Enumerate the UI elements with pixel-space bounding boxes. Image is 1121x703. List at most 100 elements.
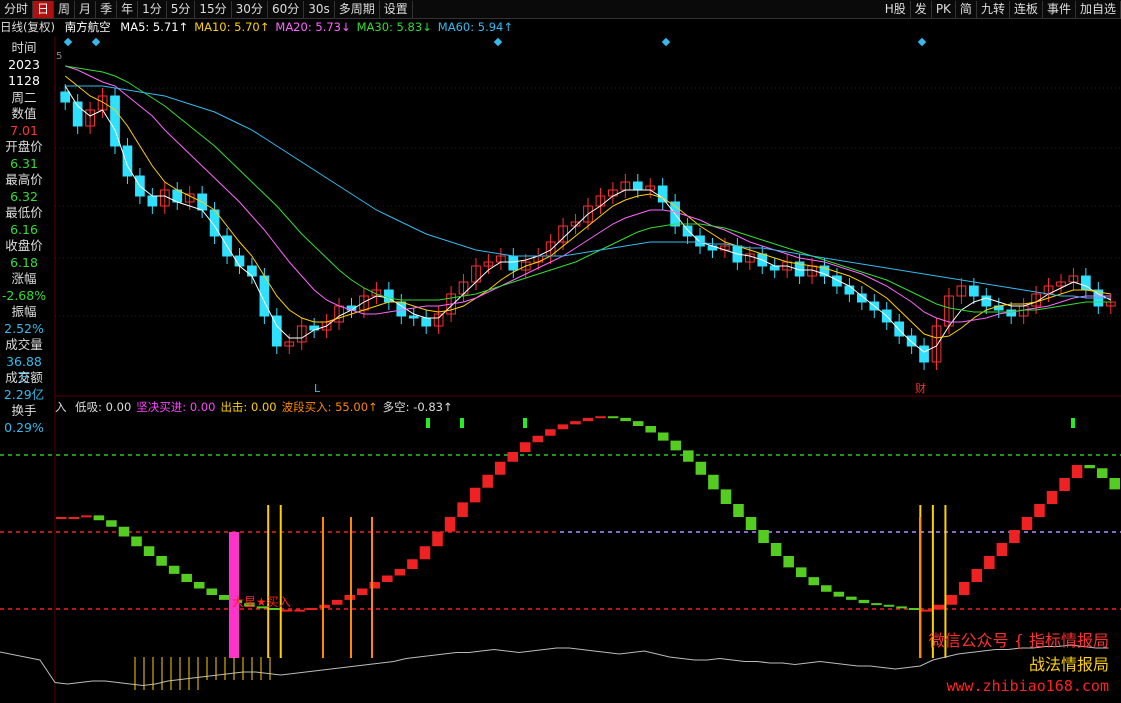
watermark-name-a: 指标情报局: [1028, 631, 1109, 650]
oscillator-block: [745, 517, 757, 530]
oscillator-block: [106, 520, 117, 527]
candle-body: [769, 265, 780, 271]
oscillator-block: [657, 432, 669, 441]
indicator-item-2: 出击: 0.00: [220, 400, 277, 414]
oscillator-block: [143, 546, 155, 556]
oscillator-block: [708, 474, 719, 490]
oscillator-block: [520, 442, 531, 452]
oscillator-block: [407, 559, 418, 569]
ma-line-ma20: [65, 65, 1111, 323]
oscillator-block: [281, 609, 293, 612]
top-signal-marker-2: [523, 418, 527, 428]
oscillator-block: [444, 517, 456, 532]
event-diamond-icon: [661, 37, 671, 47]
top-signal-marker-1: [460, 418, 464, 428]
watermark-wechat: 微信公众号: [928, 631, 1009, 650]
candle-body: [147, 195, 158, 207]
candle-body: [682, 225, 693, 237]
oscillator-block: [946, 595, 957, 605]
watermark: 微信公众号 { 指标情报局 战法情报局 www.zhibiao168.com: [929, 627, 1109, 695]
oscillator-block: [356, 588, 368, 595]
oscillator-block: [193, 582, 205, 589]
oscillator-block: [607, 416, 619, 419]
oscillator-block: [896, 606, 907, 609]
indicator-item-1: 坚决买进: 0.00: [136, 400, 216, 414]
oscillator-block: [494, 461, 506, 475]
watermark-name-b: 战法情报局: [1028, 655, 1109, 674]
oscillator-block: [883, 604, 895, 607]
oscillator-block: [294, 609, 305, 612]
indicator-legend: 入 低吸: 0.00 坚决买进: 0.00 出击: 0.00 波段买入: 55.00↑…: [55, 399, 463, 415]
oscillator-block: [908, 608, 920, 610]
brace-icon: {: [1013, 631, 1024, 650]
oscillator-block: [219, 595, 230, 600]
oscillator-block: [419, 546, 431, 560]
oscillator-block: [545, 429, 556, 436]
candle-body: [894, 321, 905, 337]
oscillator-block: [118, 526, 130, 537]
oscillator-block: [1034, 504, 1045, 517]
candle-body: [1006, 309, 1017, 317]
event-diamond-icon: [91, 37, 101, 47]
kline-chart[interactable]: L 财 5 大星★买入: [0, 0, 1121, 703]
top-signal-marker-0: [426, 418, 430, 428]
indicator-item-4: 多空: -0.83↑: [382, 400, 453, 414]
low-marker: L: [314, 382, 321, 395]
ma-line-ma60: [65, 85, 1111, 299]
oscillator-block: [319, 604, 330, 608]
oscillator-block: [795, 567, 807, 578]
event-diamond-icon: [917, 37, 927, 47]
oscillator-block: [570, 421, 581, 425]
candle-body: [247, 265, 257, 277]
oscillator-block: [382, 575, 393, 582]
oscillator-block: [344, 595, 355, 600]
oscillator-block: [620, 417, 631, 422]
oscillator-block: [1084, 465, 1095, 469]
oscillator-block: [532, 435, 544, 443]
oscillator-block: [457, 502, 468, 517]
oscillator-block: [921, 609, 932, 612]
watermark-url: www.zhibiao168.com: [946, 677, 1109, 695]
candle-body: [421, 317, 432, 327]
oscillator-block: [821, 585, 832, 592]
oscillator-block: [670, 440, 682, 451]
oscillator-block: [394, 569, 406, 576]
oscillator-block: [507, 452, 519, 462]
oscillator-block: [81, 515, 92, 518]
finance-marker: 财: [915, 381, 926, 395]
oscillator-block: [1109, 478, 1120, 490]
oscillator-block: [846, 596, 857, 600]
oscillator-block: [808, 577, 820, 586]
oscillator-block: [871, 603, 882, 606]
oscillator-block: [984, 556, 995, 569]
oscillator-block: [432, 531, 443, 547]
candle-body: [844, 285, 855, 295]
oscillator-block: [933, 604, 945, 610]
oscillator-block: [683, 450, 694, 462]
oscillator-block: [770, 543, 782, 556]
candle-body: [969, 285, 979, 297]
oscillator-block: [131, 536, 142, 547]
candle-body: [695, 235, 705, 247]
oscillator-block: [482, 474, 493, 488]
oscillator-block: [331, 599, 343, 605]
oscillator-block: [783, 556, 794, 568]
oscillator-block: [595, 416, 606, 419]
oscillator-block: [156, 556, 167, 566]
oscillator-block: [695, 461, 707, 475]
oscillator-block: [469, 487, 481, 503]
oscillator-block: [645, 426, 656, 433]
oscillator-block: [56, 517, 67, 519]
oscillator-block: [68, 517, 80, 519]
oscillator-block: [971, 569, 983, 582]
top-signal-marker-3: [1071, 418, 1075, 428]
oscillator-block: [168, 565, 180, 574]
oscillator-block: [181, 573, 192, 582]
oscillator-block: [206, 588, 218, 595]
oscillator-block: [582, 417, 594, 422]
oscillator-block: [306, 608, 318, 610]
candle-body: [508, 255, 519, 271]
event-diamond-icon: [493, 37, 503, 47]
event-diamond-icon: [63, 37, 73, 47]
indicator-items: 低吸: 0.00 坚决买进: 0.00 出击: 0.00 波段买入: 55.00↑ 多空…: [75, 400, 457, 414]
